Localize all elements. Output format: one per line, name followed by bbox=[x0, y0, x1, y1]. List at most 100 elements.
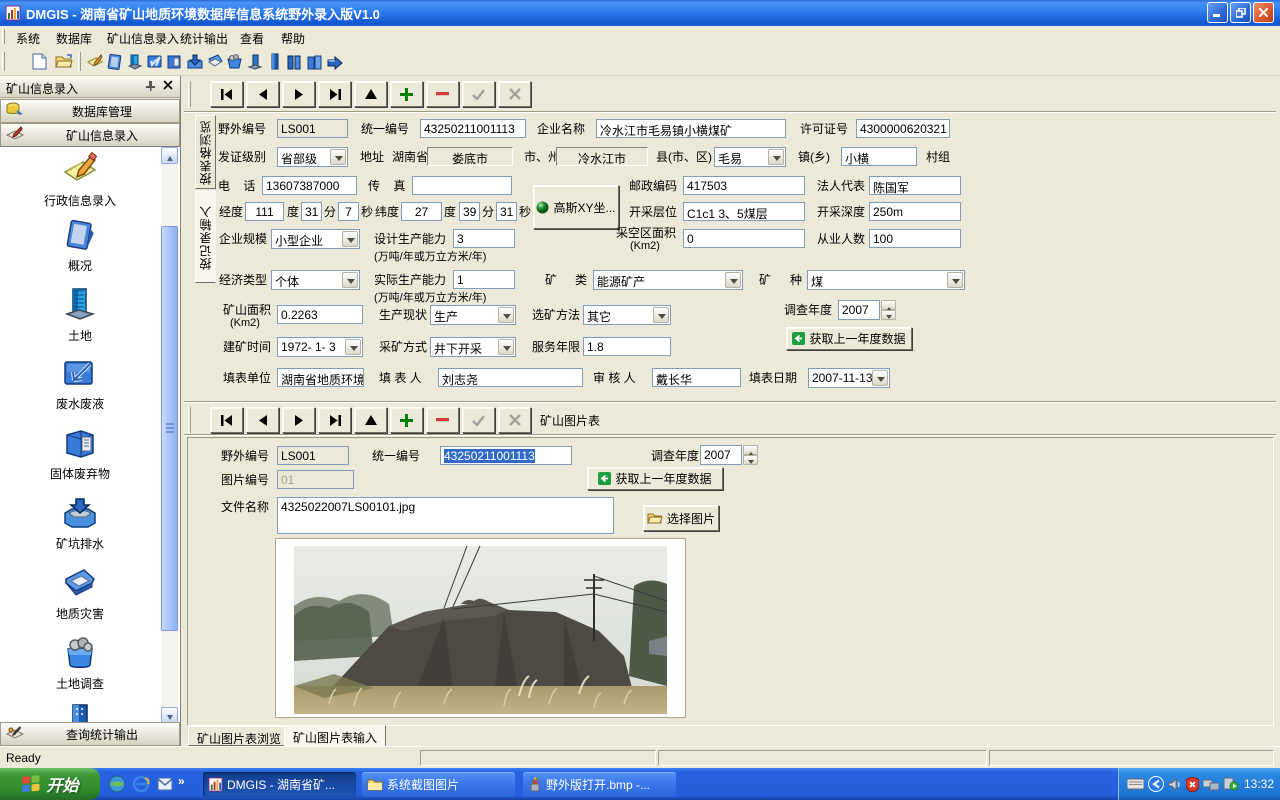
volume-icon[interactable] bbox=[1168, 778, 1182, 791]
cert-level-dropdown[interactable]: 省部级 bbox=[277, 147, 348, 167]
menu-help[interactable]: 帮助 bbox=[277, 29, 309, 48]
scroll-up-icon[interactable] bbox=[161, 147, 178, 164]
update-icon[interactable] bbox=[1223, 777, 1238, 791]
nav1-post-button[interactable] bbox=[462, 81, 495, 107]
lon-sec-input[interactable]: 7 bbox=[338, 202, 359, 221]
overview-icon[interactable] bbox=[105, 52, 124, 71]
chevron-down-icon[interactable] bbox=[498, 307, 514, 323]
tower-icon[interactable] bbox=[265, 52, 284, 71]
sidebar-item-overview[interactable]: 概况 bbox=[28, 219, 132, 273]
filler-input[interactable]: 刘志尧 bbox=[438, 368, 583, 387]
nav1-last-button[interactable] bbox=[318, 81, 351, 107]
town-input[interactable]: 小横 bbox=[841, 147, 917, 166]
chevron-down-icon[interactable] bbox=[342, 272, 358, 288]
drainage-icon[interactable] bbox=[185, 52, 204, 71]
menu-system[interactable]: 系统 bbox=[12, 29, 44, 48]
menu-mine-entry[interactable]: 矿山信息录入 bbox=[103, 29, 183, 48]
survey-icon[interactable] bbox=[225, 52, 244, 71]
admin-entry-icon[interactable] bbox=[85, 52, 104, 71]
nav1-prev-button[interactable] bbox=[246, 81, 279, 107]
mine-class-dropdown[interactable]: 能源矿产 bbox=[593, 270, 743, 290]
survey-year-input[interactable]: 2007 bbox=[838, 300, 880, 320]
lat-deg-input[interactable]: 27 bbox=[401, 202, 442, 221]
sidebar-item-land[interactable]: 土地 bbox=[28, 287, 132, 343]
chevron-down-icon[interactable] bbox=[872, 370, 888, 386]
network-icon[interactable] bbox=[1203, 778, 1219, 791]
lat-min-input[interactable]: 39 bbox=[459, 202, 480, 221]
export-icon[interactable] bbox=[325, 52, 344, 71]
land-icon[interactable] bbox=[125, 52, 144, 71]
pic-no-input[interactable]: 01 bbox=[277, 470, 354, 489]
quicklaunch-outlook-icon[interactable] bbox=[156, 775, 174, 793]
quicklaunch-globe-icon[interactable] bbox=[108, 775, 126, 793]
area-input[interactable]: 0.2263 bbox=[277, 305, 363, 324]
nav2-next-button[interactable] bbox=[282, 407, 315, 433]
start-button[interactable]: 开始 bbox=[0, 768, 100, 800]
design-cap-input[interactable]: 3 bbox=[453, 229, 515, 248]
menu-view[interactable]: 查看 bbox=[236, 29, 268, 48]
keyboard-icon[interactable] bbox=[1127, 778, 1144, 790]
method-dropdown[interactable]: 井下开采 bbox=[430, 337, 516, 357]
nav2-post-button[interactable] bbox=[462, 407, 495, 433]
fax-input[interactable] bbox=[412, 176, 512, 195]
sidebar-footer-query[interactable]: 查询统计输出 bbox=[0, 722, 180, 746]
built-dropdown[interactable]: 1972- 1- 3 bbox=[277, 337, 363, 357]
chevron-down-icon[interactable] bbox=[725, 272, 741, 288]
depth-input[interactable]: 250m bbox=[869, 202, 961, 221]
menu-statistics[interactable]: 统计输出 bbox=[176, 29, 232, 48]
sidebar-group-database[interactable]: 数据库管理 bbox=[0, 99, 180, 123]
pic-survey-year-input[interactable]: 2007 bbox=[700, 445, 742, 465]
quicklaunch-chevron[interactable]: » bbox=[178, 774, 185, 788]
sidebar-item-solid-waste[interactable]: 固体废弃物 bbox=[28, 427, 132, 481]
language-bar-icon[interactable] bbox=[1148, 776, 1164, 792]
file-name-input[interactable]: 4325022007LS00101.jpg bbox=[277, 497, 614, 534]
taskbar-task-folder[interactable]: 系统截图图片 bbox=[362, 772, 515, 797]
goaf-input[interactable]: 0 bbox=[683, 229, 805, 248]
layer-input[interactable]: C1c1 3、5煤层 bbox=[683, 202, 805, 221]
fill-unit-input[interactable]: 湖南省地质环境 bbox=[277, 368, 364, 387]
pic-survey-year-spinner[interactable] bbox=[743, 445, 758, 465]
nav1-first-button[interactable] bbox=[210, 81, 243, 107]
sidebar-item-drainage[interactable]: 矿坑排水 bbox=[28, 497, 132, 551]
chevron-down-icon[interactable] bbox=[947, 272, 963, 288]
nav2-up-button[interactable] bbox=[354, 407, 387, 433]
actual-cap-input[interactable]: 1 bbox=[453, 270, 515, 289]
scale-dropdown[interactable]: 小型企业 bbox=[271, 229, 360, 249]
wastewater-icon[interactable] bbox=[145, 52, 164, 71]
nav2-delete-button[interactable] bbox=[426, 407, 459, 433]
sidebar-item-geohazard[interactable]: 地质灾害 bbox=[28, 567, 132, 621]
pin-icon[interactable] bbox=[144, 80, 156, 95]
company-input[interactable]: 冷水江市毛易镇小横煤矿 bbox=[596, 119, 786, 138]
mine-kind-dropdown[interactable]: 煤 bbox=[807, 270, 965, 290]
vtab-table-browse[interactable]: 按表格浏览 bbox=[195, 115, 216, 189]
taskbar-task-bmp[interactable]: 野外版打开.bmp -... bbox=[523, 772, 676, 797]
county-dropdown[interactable]: 毛易 bbox=[714, 147, 786, 167]
workers-input[interactable]: 100 bbox=[869, 229, 961, 248]
nav2-last-button[interactable] bbox=[318, 407, 351, 433]
postcode-input[interactable]: 417503 bbox=[683, 176, 805, 195]
choose-picture-button[interactable]: 选择图片 bbox=[643, 505, 719, 531]
new-file-icon[interactable] bbox=[30, 52, 49, 71]
pic-unified-input[interactable]: 43250211001113 bbox=[440, 446, 572, 465]
restore-button[interactable] bbox=[1230, 2, 1251, 23]
nav1-cancel-button[interactable] bbox=[498, 81, 531, 107]
sidebar-group-mine-entry[interactable]: 矿山信息录入 bbox=[0, 123, 180, 147]
books-icon[interactable] bbox=[305, 52, 324, 71]
pic-prev-year-button[interactable]: 获取上一年度数据 bbox=[587, 467, 723, 490]
unified-no-input[interactable]: 43250211001113 bbox=[420, 119, 526, 138]
security-shield-icon[interactable] bbox=[1186, 777, 1199, 792]
nav1-add-button[interactable] bbox=[390, 81, 423, 107]
chevron-down-icon[interactable] bbox=[768, 149, 784, 165]
minimize-button[interactable] bbox=[1207, 2, 1228, 23]
lon-deg-input[interactable]: 111 bbox=[245, 202, 284, 221]
econ-dropdown[interactable]: 个体 bbox=[271, 270, 360, 290]
gauss-xy-button[interactable]: 高斯XY坐... bbox=[533, 185, 619, 229]
taskbar-task-dmgis[interactable]: DMGIS - 湖南省矿... bbox=[203, 772, 356, 797]
chevron-down-icon[interactable] bbox=[330, 149, 346, 165]
legal-rep-input[interactable]: 陈国军 bbox=[869, 176, 961, 195]
license-input[interactable]: 4300000620321 bbox=[856, 119, 950, 138]
survey-year-spinner[interactable] bbox=[881, 300, 896, 320]
vtab-record-input[interactable]: 按记录输入 bbox=[195, 191, 216, 283]
auditor-input[interactable]: 戴长华 bbox=[652, 368, 741, 387]
nav2-cancel-button[interactable] bbox=[498, 407, 531, 433]
